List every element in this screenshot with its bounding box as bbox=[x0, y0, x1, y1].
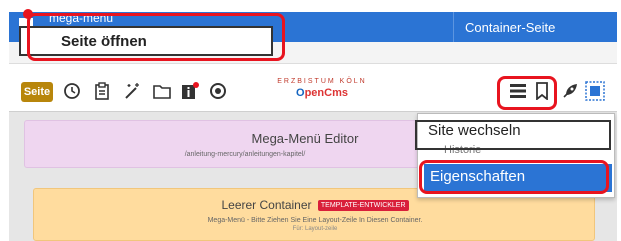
frame-icon[interactable] bbox=[584, 80, 606, 102]
container-hint: Mega-Menü - Bitte Ziehen Sie Eine Layout… bbox=[207, 217, 423, 224]
opencms-logo: ERZBISTUM KÖLN OpenCms bbox=[267, 78, 377, 106]
container-subhint: Für: Layout-zeile bbox=[292, 226, 338, 232]
folder-icon[interactable] bbox=[151, 80, 173, 102]
highlight-dot bbox=[23, 9, 33, 19]
container-title: Leerer Container TEMPLATE-ENTWICKLER bbox=[34, 198, 596, 212]
highlight-open-page bbox=[27, 13, 285, 61]
magic-wand-icon[interactable] bbox=[121, 80, 143, 102]
target-icon[interactable] bbox=[207, 80, 229, 102]
logo-line-1: ERZBISTUM KÖLN bbox=[277, 78, 367, 85]
highlight-toolbar-menu bbox=[497, 76, 557, 110]
history-icon[interactable] bbox=[61, 80, 83, 102]
cell-type-text: Container-Seite bbox=[465, 20, 556, 35]
site-wechseln-outline bbox=[415, 120, 611, 150]
info-icon[interactable] bbox=[179, 80, 201, 102]
page-button[interactable]: Seite bbox=[21, 82, 53, 102]
template-developer-badge: TEMPLATE-ENTWICKLER bbox=[317, 200, 409, 211]
logo-line-2: OpenCms bbox=[296, 87, 348, 99]
clipboard-icon[interactable] bbox=[91, 80, 113, 102]
highlight-eigenschaften bbox=[419, 160, 609, 194]
rocket-icon[interactable] bbox=[559, 80, 581, 102]
card-path: /anleitung-mercury/anleitungen-kapitel/ bbox=[184, 151, 306, 158]
